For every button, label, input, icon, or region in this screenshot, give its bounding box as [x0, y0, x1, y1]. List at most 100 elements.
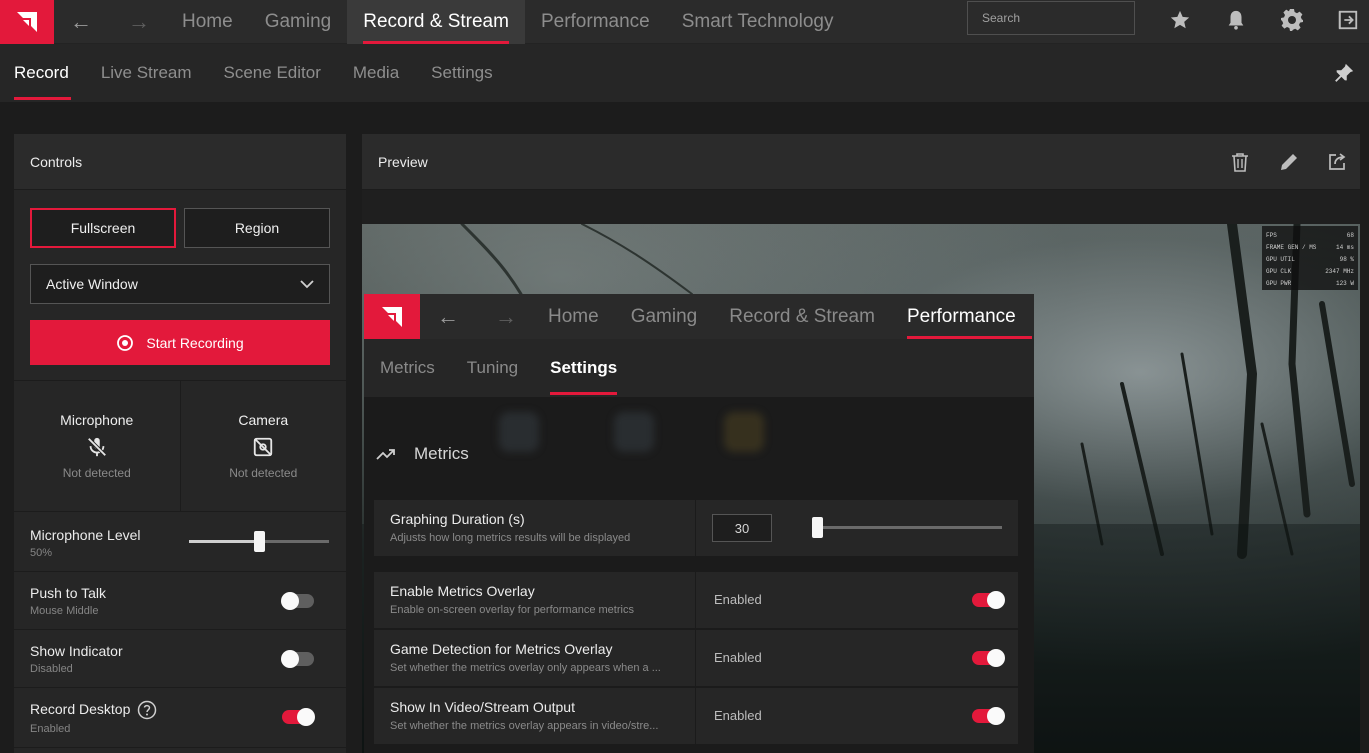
- top-nav-record-stream[interactable]: Record & Stream: [347, 0, 525, 44]
- microphone-level-row: Microphone Level 50%: [14, 514, 346, 572]
- graphing-duration-desc: Adjusts how long metrics results will be…: [390, 532, 631, 544]
- stat-value: 98 %: [1339, 255, 1354, 263]
- row-title: Show In Video/Stream Output: [390, 699, 575, 715]
- row-title: Enable Metrics Overlay: [390, 583, 535, 599]
- show-indicator-row: Show Indicator Disabled: [14, 630, 346, 688]
- tab-tuning: Tuning: [466, 358, 519, 377]
- captured-sub-nav: Metrics Tuning Settings: [364, 339, 1034, 397]
- slider-thumb[interactable]: [254, 531, 265, 552]
- stat-value: 2347 MHz: [1325, 267, 1354, 275]
- top-nav-performance[interactable]: Performance: [525, 0, 666, 44]
- graphing-duration-slider: [812, 517, 1002, 538]
- metrics-section-header: Metrics: [376, 444, 469, 464]
- microphone-level-slider[interactable]: [189, 531, 329, 552]
- exit-icon[interactable]: [1328, 0, 1368, 40]
- graphing-duration-title: Graphing Duration (s): [390, 511, 525, 527]
- stat-label: GPU PWR: [1266, 279, 1292, 287]
- row-value: Enabled: [714, 650, 762, 665]
- pin-icon[interactable]: [1333, 62, 1355, 84]
- show-indicator-toggle[interactable]: [281, 650, 314, 668]
- star-icon[interactable]: [1160, 0, 1200, 40]
- preview-panel: Preview FPS 68 FRAME GEN / MS 14 ms GPU …: [362, 134, 1360, 753]
- graphing-duration-input: 30: [712, 514, 772, 542]
- amd-logo[interactable]: [0, 0, 54, 44]
- start-recording-button[interactable]: Start Recording: [30, 320, 330, 365]
- camera-title: Camera: [238, 412, 289, 428]
- search-box[interactable]: [967, 1, 1137, 35]
- row-desc: Set whether the metrics overlay only app…: [390, 662, 661, 674]
- push-to-talk-label: Push to Talk: [30, 585, 107, 601]
- controls-title: Controls: [14, 134, 346, 190]
- tab-settings[interactable]: Settings: [415, 44, 508, 102]
- top-nav-home[interactable]: Home: [166, 0, 249, 44]
- amd-logo: [364, 294, 420, 339]
- controls-panel: Controls Fullscreen Region Active Window…: [14, 134, 346, 753]
- microphone-level-label: Microphone Level: [30, 527, 141, 543]
- stat-value: 123 W: [1335, 279, 1354, 287]
- record-desktop-row: Record Desktop Enabled: [14, 688, 346, 748]
- show-indicator-label: Show Indicator: [30, 643, 123, 659]
- stat-label: FPS: [1266, 231, 1277, 239]
- record-icon: [117, 334, 134, 351]
- fullscreen-button[interactable]: Fullscreen: [30, 208, 176, 248]
- bell-icon[interactable]: [1216, 0, 1256, 40]
- captured-top-bar: ← → Home Gaming Record & Stream Performa…: [364, 294, 1034, 339]
- row-value: Enabled: [714, 708, 762, 723]
- video-stream-output-row: Show In Video/Stream Output Set whether …: [374, 688, 1018, 744]
- gear-icon[interactable]: [1272, 0, 1312, 40]
- top-bar: ← → Home Gaming Record & Stream Performa…: [0, 0, 1369, 44]
- push-to-talk-toggle[interactable]: [281, 592, 314, 610]
- metrics-overlay-toggle: [972, 591, 1005, 609]
- push-to-talk-row: Push to Talk Mouse Middle: [14, 572, 346, 630]
- microphone-device[interactable]: Microphone Not detected: [14, 381, 180, 511]
- tab-settings: Settings: [534, 339, 633, 397]
- capture-target-value: Active Window: [46, 276, 138, 292]
- record-desktop-toggle[interactable]: [282, 708, 315, 726]
- tab-scene-editor[interactable]: Scene Editor: [208, 44, 337, 102]
- stat-label: FRAME GEN / MS: [1266, 243, 1317, 251]
- tab-live-stream[interactable]: Live Stream: [85, 44, 208, 102]
- slider-fill: [189, 540, 259, 543]
- stat-label: GPU CLK: [1266, 267, 1292, 275]
- show-indicator-value: Disabled: [30, 663, 73, 675]
- nav-gaming: Gaming: [630, 305, 698, 327]
- edit-icon[interactable]: [1277, 150, 1301, 174]
- metrics-overlay: FPS 68 FRAME GEN / MS 14 ms GPU UTIL 98 % G…: [1262, 226, 1358, 290]
- search-input[interactable]: [982, 11, 1137, 25]
- nav-record-stream: Record & Stream: [729, 305, 875, 327]
- record-desktop-value: Enabled: [30, 723, 71, 735]
- trash-icon[interactable]: [1228, 150, 1252, 174]
- forward-arrow-icon[interactable]: →: [112, 0, 166, 44]
- game-detection-row: Game Detection for Metrics Overlay Set w…: [374, 630, 1018, 686]
- row-value: Enabled: [714, 592, 762, 607]
- chevron-down-icon: [300, 280, 314, 289]
- capture-target-dropdown[interactable]: Active Window: [30, 264, 330, 304]
- region-button[interactable]: Region: [184, 208, 330, 248]
- captured-window: ← → Home Gaming Record & Stream Performa…: [364, 294, 1034, 753]
- tab-record[interactable]: Record: [0, 44, 85, 102]
- preview-title: Preview: [362, 134, 1360, 190]
- share-icon[interactable]: [1325, 150, 1349, 174]
- microphone-off-icon: [87, 437, 107, 457]
- back-arrow-icon: ←: [437, 303, 459, 329]
- row-title: Game Detection for Metrics Overlay: [390, 641, 613, 657]
- slider-thumb: [812, 517, 823, 538]
- forward-arrow-icon: →: [495, 303, 517, 329]
- device-grid: Microphone Not detected Camera Not detec…: [14, 380, 346, 512]
- game-detection-toggle: [972, 649, 1005, 667]
- captured-top-nav: Home Gaming Record & Stream Performance: [532, 294, 1032, 339]
- row-desc: Enable on-screen overlay for performance…: [390, 604, 634, 616]
- stat-value: 14 ms: [1335, 243, 1354, 251]
- back-arrow-icon[interactable]: ←: [54, 0, 108, 44]
- help-icon[interactable]: [137, 700, 157, 720]
- record-desktop-label: Record Desktop: [30, 701, 131, 717]
- tab-media[interactable]: Media: [337, 44, 415, 102]
- top-nav: Home Gaming Record & Stream Performance …: [166, 0, 849, 44]
- camera-device[interactable]: Camera Not detected: [179, 381, 347, 511]
- microphone-level-value: 50%: [30, 547, 53, 559]
- row-desc: Set whether the metrics overlay appears …: [390, 720, 659, 732]
- preview-image: FPS 68 FRAME GEN / MS 14 ms GPU UTIL 98 % G…: [362, 224, 1360, 753]
- top-nav-gaming[interactable]: Gaming: [249, 0, 348, 44]
- microphone-status: Not detected: [62, 466, 131, 480]
- top-nav-smart-technology[interactable]: Smart Technology: [666, 0, 850, 44]
